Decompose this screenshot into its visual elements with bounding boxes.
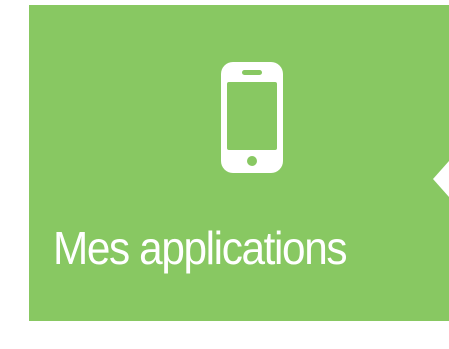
smartphone-icon — [219, 60, 285, 175]
tile-label: Mes applications — [53, 222, 348, 274]
tile-pointer-notch — [433, 161, 449, 197]
mes-applications-tile[interactable]: Mes applications — [29, 5, 449, 321]
